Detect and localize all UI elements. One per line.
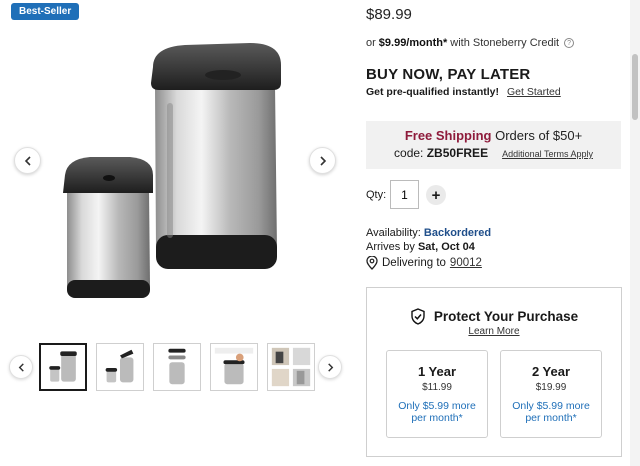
quantity-label: Qty: xyxy=(366,189,387,201)
thumbnail-5[interactable] xyxy=(267,343,315,391)
thumbnails-prev-button[interactable] xyxy=(9,355,33,379)
scrollbar-thumb[interactable] xyxy=(632,54,638,120)
free-shipping-condition: Orders of $50+ xyxy=(495,128,583,143)
thumbnail-4[interactable] xyxy=(210,343,258,391)
chevron-left-icon xyxy=(24,155,31,166)
thumbnails-next-button[interactable] xyxy=(318,355,342,379)
product-price: $89.99 xyxy=(366,6,412,23)
chevron-right-icon xyxy=(319,155,326,166)
thumbnail-2[interactable] xyxy=(96,343,144,391)
arrives-label: Arrives by xyxy=(366,241,415,253)
location-pin-icon xyxy=(366,256,378,270)
free-shipping-label: Free Shipping xyxy=(404,128,492,143)
gallery-prev-button[interactable] xyxy=(14,147,41,174)
credit-monthly-amount: $9.99/month* xyxy=(378,37,448,49)
availability-label: Availability: xyxy=(366,227,421,239)
plan-term: 1 Year xyxy=(417,364,457,379)
protection-plan-2-year[interactable]: 2 Year $19.99 Only $5.99 more per month* xyxy=(500,350,602,438)
bnpl-subtitle-row: Get pre-qualified instantly! Get Started xyxy=(366,86,561,98)
promo-code: ZB50FREE xyxy=(426,146,489,160)
plan-price: $11.99 xyxy=(422,382,452,393)
credit-suffix: with Stoneberry Credit xyxy=(450,37,560,49)
thumbnail-3[interactable] xyxy=(153,343,201,391)
shield-check-icon xyxy=(411,308,425,325)
protection-title: Protect Your Purchase xyxy=(433,309,579,324)
free-shipping-banner: Free Shipping Orders of $50+ code: ZB50F… xyxy=(366,121,621,169)
gallery-next-button[interactable] xyxy=(309,147,336,174)
plan-term: 2 Year xyxy=(531,364,571,379)
protection-plan-1-year[interactable]: 1 Year $11.99 Only $5.99 more per month* xyxy=(386,350,488,438)
arrives-date: Sat, Oct 04 xyxy=(417,241,475,253)
product-main-image xyxy=(63,43,281,298)
delivery-zip-link[interactable]: 90012 xyxy=(450,257,482,269)
plan-monthly: Only $5.99 more per month* xyxy=(398,400,476,424)
plus-icon[interactable]: + xyxy=(426,185,446,205)
protection-plan-panel: Protect Your Purchase Learn More 1 Year … xyxy=(366,287,622,457)
promo-code-label: code: xyxy=(394,146,424,160)
chevron-left-icon xyxy=(18,362,24,372)
thumbnail-strip xyxy=(39,343,315,391)
availability-status: Backordered xyxy=(423,227,492,239)
bnpl-title: BUY NOW, PAY LATER xyxy=(366,66,531,83)
arrival-estimate: Arrives by Sat, Oct 04 xyxy=(366,241,475,253)
delivery-label: Delivering to xyxy=(382,257,446,269)
learn-more-link[interactable]: Learn More xyxy=(468,326,519,337)
get-started-link[interactable]: Get Started xyxy=(507,86,561,98)
plan-price: $19.99 xyxy=(535,382,567,393)
thumbnail-1[interactable] xyxy=(39,343,87,391)
additional-terms-link[interactable]: Additional Terms Apply xyxy=(502,149,593,159)
credit-prefix: or xyxy=(366,37,376,49)
delivery-location: Delivering to 90012 xyxy=(366,256,482,270)
quantity-input[interactable] xyxy=(390,180,419,209)
best-seller-badge: Best-Seller xyxy=(11,3,80,20)
info-icon[interactable]: ? xyxy=(564,38,575,48)
bnpl-subtitle: Get pre-qualified instantly! xyxy=(366,86,500,98)
availability: Availability: Backordered xyxy=(366,227,491,239)
credit-offer: or $9.99/month* with Stoneberry Credit ? xyxy=(366,37,575,49)
chevron-right-icon xyxy=(327,362,333,372)
plan-monthly: Only $5.99 more per month* xyxy=(512,400,590,424)
